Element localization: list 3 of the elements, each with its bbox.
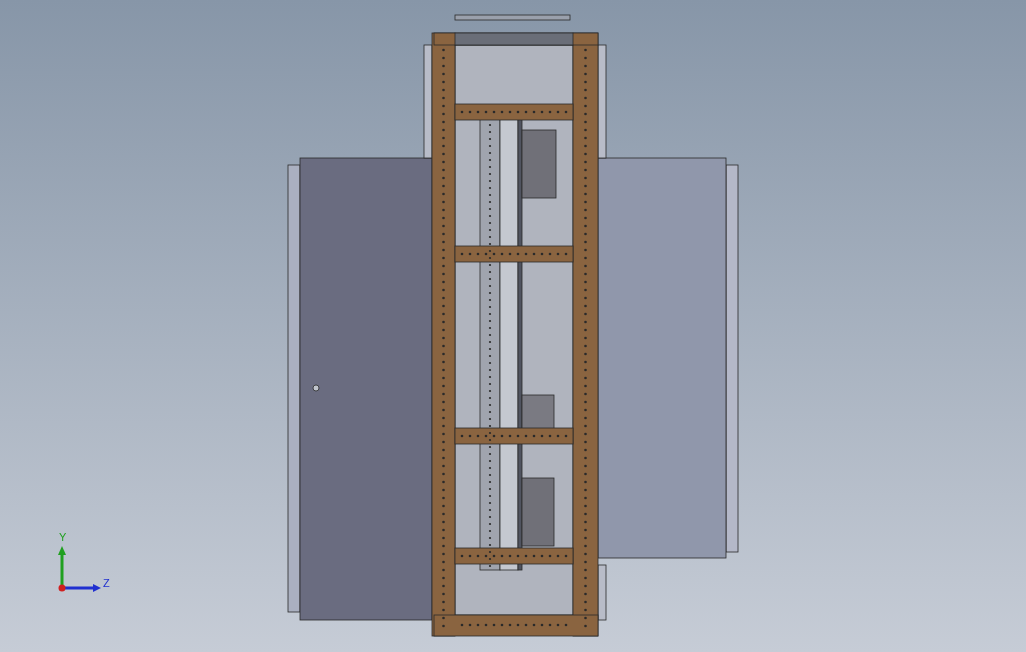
origin-icon — [58, 584, 66, 592]
axis-label: Y — [59, 531, 67, 543]
axis-label: Z — [103, 577, 110, 589]
